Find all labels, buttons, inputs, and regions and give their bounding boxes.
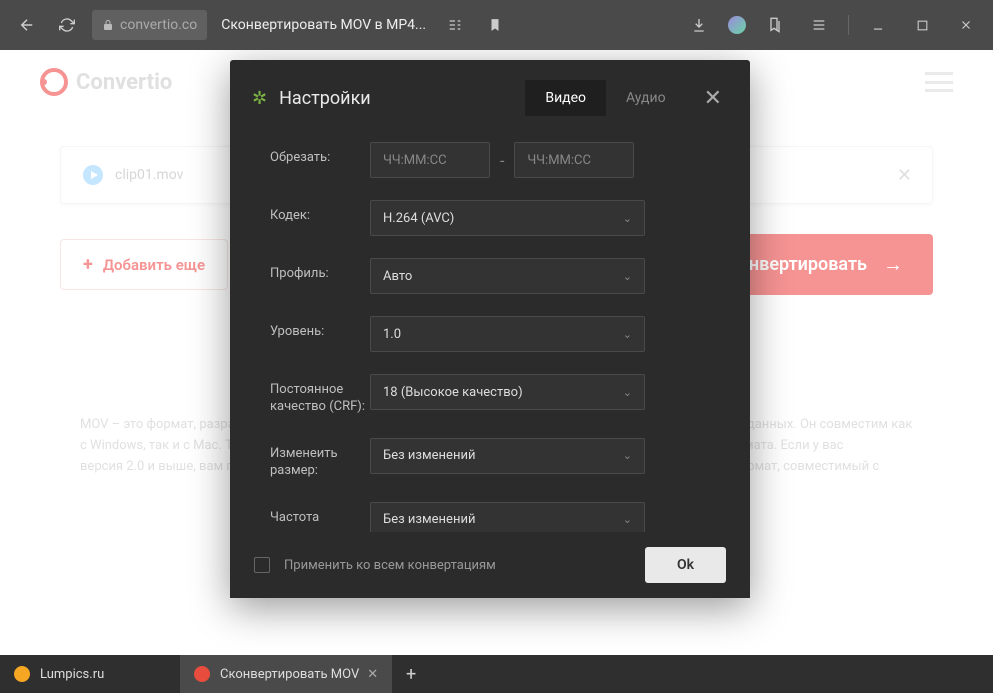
trim-end-input[interactable] — [514, 142, 634, 178]
apply-all-checkbox[interactable] — [254, 557, 270, 573]
bookmarks-icon[interactable] — [760, 10, 790, 40]
minimize-button[interactable] — [863, 10, 893, 40]
lock-icon — [102, 19, 114, 31]
settings-modal: ✲ Настройки Видео Аудио ✕ Обрезать: - — [230, 60, 750, 598]
address-bar[interactable]: convertio.co — [92, 10, 207, 40]
apply-all-label: Применить ко всем конвертациям — [284, 558, 631, 573]
maximize-button[interactable] — [907, 10, 937, 40]
tab-label: Lumpics.ru — [40, 667, 104, 682]
crf-select[interactable]: 18 (Высокое качество)⌄ — [370, 374, 645, 410]
codec-select[interactable]: H.264 (AVC)⌄ — [370, 200, 645, 236]
tab-video[interactable]: Видео — [525, 80, 606, 116]
reader-icon[interactable] — [440, 10, 470, 40]
menu-icon[interactable] — [804, 10, 834, 40]
ok-button[interactable]: Ok — [645, 547, 726, 583]
label-codec: Кодек: — [270, 200, 370, 225]
level-select[interactable]: 1.0⌄ — [370, 316, 645, 352]
label-trim: Обрезать: — [270, 142, 370, 167]
dash: - — [500, 151, 504, 170]
resize-select[interactable]: Без изменений⌄ — [370, 438, 645, 474]
modal-close-button[interactable]: ✕ — [698, 86, 728, 111]
modal-title: Настройки — [279, 88, 371, 109]
gear-icon: ✲ — [252, 88, 267, 109]
reload-button[interactable] — [52, 10, 82, 40]
browser-tab-1[interactable]: Lumpics.ru — [0, 655, 180, 693]
profile-select[interactable]: Авто⌄ — [370, 258, 645, 294]
tab-label: Сконвертировать MOV — [220, 667, 359, 682]
chevron-down-icon: ⌄ — [623, 328, 632, 341]
rate-select[interactable]: Без изменений⌄ — [370, 502, 645, 532]
browser-tabs: Lumpics.ru Сконвертировать MOV ✕ + — [0, 655, 993, 693]
close-window-button[interactable] — [951, 10, 981, 40]
new-tab-button[interactable]: + — [392, 655, 430, 693]
chevron-down-icon: ⌄ — [623, 270, 632, 283]
page-content: Convertio clip01.mov ✕ + Добавить еще Ко… — [0, 50, 993, 655]
chevron-down-icon: ⌄ — [623, 449, 632, 462]
browser-tab-2[interactable]: Сконвертировать MOV ✕ — [180, 655, 392, 693]
label-crf: Постоянное качество (CRF): — [270, 374, 370, 416]
tab-audio[interactable]: Аудио — [606, 80, 686, 116]
page-title: Сконвертировать MOV в MP4... — [221, 17, 426, 33]
bookmark-icon[interactable] — [480, 10, 510, 40]
extension-icon[interactable] — [728, 16, 746, 34]
chevron-down-icon: ⌄ — [623, 513, 632, 526]
tab-close-button[interactable]: ✕ — [367, 667, 378, 682]
download-icon[interactable] — [684, 10, 714, 40]
label-rate: Частота — [270, 502, 370, 527]
browser-toolbar: convertio.co Сконвертировать MOV в MP4..… — [0, 0, 993, 50]
label-profile: Профиль: — [270, 258, 370, 283]
trim-start-input[interactable] — [370, 142, 490, 178]
back-button[interactable] — [12, 10, 42, 40]
favicon — [14, 666, 30, 682]
label-level: Уровень: — [270, 316, 370, 341]
favicon — [194, 666, 210, 682]
url-domain: convertio.co — [120, 17, 197, 33]
label-resize: Изменеить размер: — [270, 438, 370, 480]
chevron-down-icon: ⌄ — [623, 386, 632, 399]
chevron-down-icon: ⌄ — [623, 212, 632, 225]
